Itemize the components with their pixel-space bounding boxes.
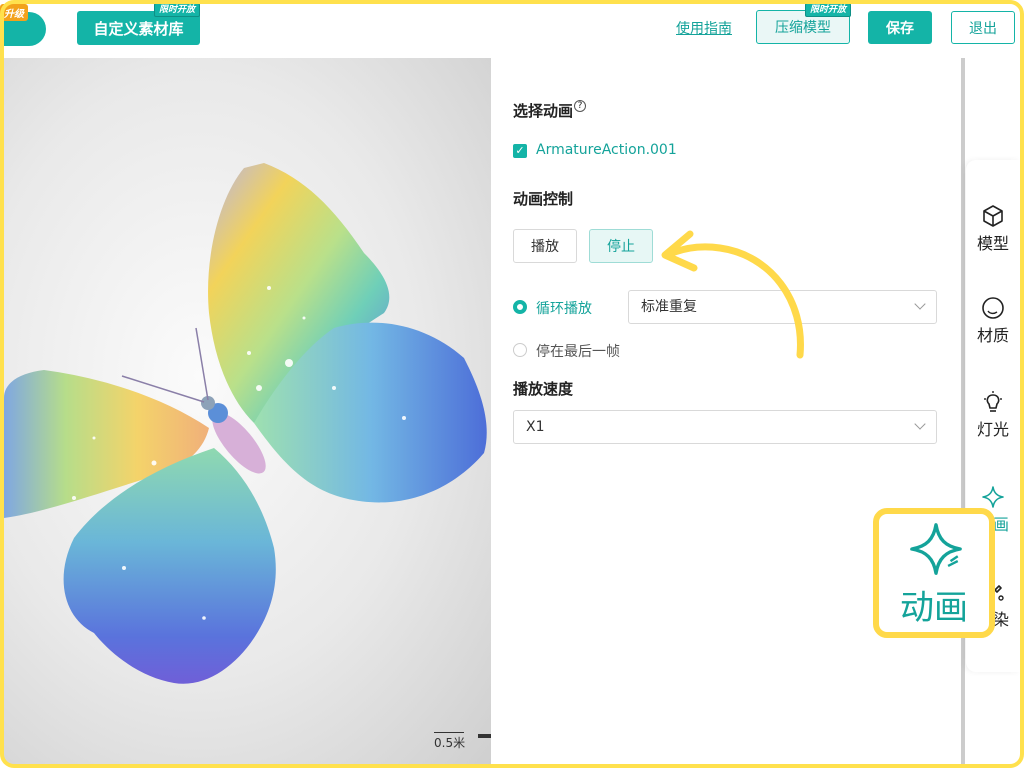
play-speed-value: X1 [526,419,545,435]
sphere-icon [982,297,1004,319]
chevron-down-icon [914,298,926,310]
custom-material-library-button[interactable]: 自定义素材库 限时开放 [77,3,200,45]
save-button[interactable]: 保存 [868,11,932,44]
select-animation-title: 选择动画? [513,100,587,121]
loop-play-radio[interactable] [513,300,527,314]
user-guide-link[interactable]: 使用指南 [676,18,732,38]
stop-last-frame-label[interactable]: 停在最后一帧 [536,341,620,361]
limited-time-badge: 限时开放 [153,3,200,17]
scale-bar-mark [478,734,491,738]
scale-bar-line [434,732,464,733]
play-speed-select[interactable]: X1 [513,410,937,444]
bulb-icon [984,391,1002,412]
tool-light-label: 灯光 [976,420,1009,439]
tool-material[interactable]: 材质 [966,296,1020,346]
limited-time-badge: 限时开放 [804,3,851,17]
top-bar: 升级 自定义素材库 限时开放 使用指南 压缩模型 限时开放 保存 退出 [0,0,1024,58]
play-button[interactable]: 播放 [513,229,577,263]
sparkle-icon [910,523,962,575]
pointer-arrow [661,230,804,359]
stop-last-frame-radio[interactable] [513,343,527,357]
tool-model-label: 模型 [976,234,1009,253]
play-speed-title: 播放速度 [513,380,574,398]
butterfly-model[interactable] [4,58,491,764]
chevron-down-icon [914,418,926,430]
animation-item-label[interactable]: ArmatureAction.001 [536,142,677,158]
3d-viewport[interactable]: 0.5米 [4,58,491,764]
animation-tool-callout: 动画 [873,508,995,638]
exit-button[interactable]: 退出 [951,11,1015,44]
tool-light[interactable]: 灯光 [966,390,1020,440]
loop-play-label[interactable]: 循环播放 [536,298,592,318]
animation-checkbox[interactable]: ✓ [513,144,527,158]
animation-panel: 选择动画? ✓ ArmatureAction.001 动画控制 播放 停止 循环… [491,58,961,764]
callout-label: 动画 [900,588,968,628]
tool-material-label: 材质 [976,326,1009,345]
sparkle-icon [982,486,1004,508]
compress-model-button[interactable]: 压缩模型 限时开放 [756,3,851,44]
cube-icon [983,205,1003,227]
help-icon[interactable]: ? [574,100,587,112]
select-animation-label: 选择动画 [513,102,574,120]
panel-divider[interactable] [961,58,965,764]
animation-control-title: 动画控制 [513,190,574,208]
tool-model[interactable]: 模型 [966,204,1020,254]
material-button-label: 自定义素材库 [93,19,184,38]
upgrade-ribbon: 升级 [0,4,28,21]
scale-label: 0.5米 [434,736,466,750]
compress-button-label: 压缩模型 [775,20,831,36]
